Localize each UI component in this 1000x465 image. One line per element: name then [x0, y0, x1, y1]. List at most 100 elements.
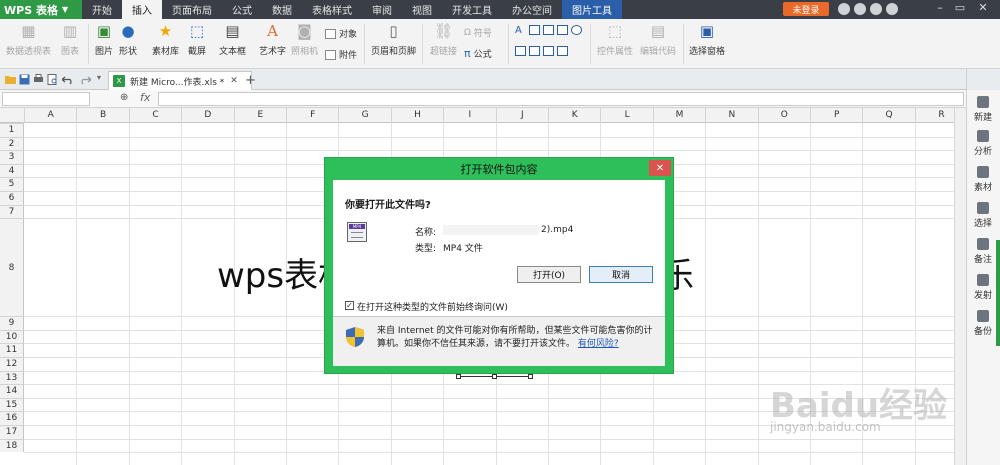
- formula-button[interactable]: π 公式: [464, 47, 492, 60]
- task-pane-analysis[interactable]: 分析: [966, 130, 1000, 157]
- quick-access-dropdown-icon[interactable]: ▾: [97, 73, 101, 82]
- picture-button[interactable]: ▣ 图片: [94, 22, 114, 57]
- login-button[interactable]: 未登录: [783, 2, 829, 16]
- new-tab-icon[interactable]: +: [245, 73, 256, 88]
- row-header[interactable]: 17: [0, 425, 24, 439]
- print-icon[interactable]: [33, 74, 44, 85]
- zoom-icon[interactable]: ⊕: [120, 92, 128, 103]
- always-ask-label[interactable]: 在打开这种类型的文件前始终询问(W): [357, 300, 508, 313]
- shapes-button[interactable]: ● 形状: [118, 22, 138, 57]
- header-footer-button[interactable]: ▯ 页眉和页脚: [371, 22, 416, 57]
- row-header[interactable]: 2: [0, 136, 24, 151]
- tab-formula[interactable]: 公式: [222, 0, 262, 19]
- button-control-icon[interactable]: [543, 25, 554, 35]
- pivot-table-button[interactable]: ▦ 数据透视表: [6, 22, 51, 57]
- task-pane-notes[interactable]: 备注: [966, 238, 1000, 265]
- resize-handle[interactable]: [456, 374, 461, 379]
- column-header[interactable]: F: [286, 108, 338, 123]
- column-header[interactable]: E: [233, 108, 286, 123]
- combobox-control-icon[interactable]: [529, 46, 540, 56]
- row-header[interactable]: 11: [0, 343, 24, 357]
- edit-code-button[interactable]: ▤ 编辑代码: [640, 22, 676, 57]
- tab-view[interactable]: 视图: [402, 0, 442, 19]
- column-header[interactable]: P: [810, 108, 862, 123]
- column-header[interactable]: D: [181, 108, 233, 123]
- row-header[interactable]: 6: [0, 191, 24, 205]
- tab-review[interactable]: 审阅: [362, 0, 402, 19]
- row-header[interactable]: 13: [0, 370, 24, 385]
- redo-icon[interactable]: [80, 74, 91, 85]
- column-header[interactable]: A: [24, 108, 76, 123]
- tab-insert[interactable]: 插入: [122, 0, 162, 19]
- row-header[interactable]: 12: [0, 357, 24, 371]
- column-header[interactable]: I: [443, 108, 495, 123]
- formula-input[interactable]: [158, 92, 964, 106]
- minimize-icon[interactable]: –: [932, 1, 948, 14]
- row-header[interactable]: 7: [0, 204, 24, 219]
- checkbox-control-icon[interactable]: [557, 25, 568, 35]
- column-header[interactable]: K: [548, 108, 600, 123]
- task-pane-backup[interactable]: 备份: [966, 310, 1000, 337]
- vertical-scrollbar[interactable]: [954, 108, 966, 465]
- always-ask-checkbox[interactable]: ✓: [345, 301, 354, 310]
- screenshot-button[interactable]: ⬚ 截屏: [187, 22, 207, 57]
- task-pane-select[interactable]: 选择: [966, 202, 1000, 229]
- listbox-control-icon[interactable]: [515, 46, 526, 56]
- selection-pane-button[interactable]: ▣ 选择窗格: [689, 22, 725, 57]
- tab-page-layout[interactable]: 页面布局: [162, 0, 222, 19]
- hyperlink-button[interactable]: ⛓ 超链接: [430, 22, 457, 57]
- shape-a-button[interactable]: A: [515, 25, 522, 36]
- control-properties-button[interactable]: ⬚ 控件属性: [597, 22, 633, 57]
- material-library-button[interactable]: ★ 素材库: [152, 22, 179, 57]
- select-all-corner[interactable]: [0, 108, 24, 123]
- row-header[interactable]: 3: [0, 150, 24, 164]
- dialog-close-icon[interactable]: ✕: [649, 160, 671, 176]
- restore-icon[interactable]: ▭: [952, 1, 968, 14]
- column-header[interactable]: M: [652, 108, 705, 123]
- attachment-button[interactable]: 附件: [325, 48, 357, 61]
- spinner-control-icon[interactable]: [543, 46, 554, 56]
- name-box-input[interactable]: [2, 92, 90, 106]
- row-header[interactable]: 4: [0, 163, 24, 178]
- row-header[interactable]: 9: [0, 316, 24, 330]
- radio-control-icon[interactable]: [571, 25, 582, 35]
- textbox-button[interactable]: ▤ 文本框: [219, 22, 246, 57]
- save-icon[interactable]: [19, 74, 30, 85]
- column-header[interactable]: R: [914, 108, 954, 123]
- column-header[interactable]: C: [128, 108, 181, 123]
- tab-table-style[interactable]: 表格样式: [302, 0, 362, 19]
- print-preview-icon[interactable]: [47, 74, 58, 85]
- row-header[interactable]: 14: [0, 384, 24, 398]
- row-header[interactable]: 15: [0, 397, 24, 412]
- resize-handle[interactable]: [492, 374, 497, 379]
- chart-button[interactable]: ▥ 图表: [60, 22, 80, 57]
- task-pane-new[interactable]: 新建: [966, 96, 1000, 123]
- menu-caret-icon[interactable]: [886, 3, 898, 15]
- open-folder-icon[interactable]: [5, 74, 16, 85]
- camera-button[interactable]: ◙ 照相机: [291, 22, 318, 57]
- row-header[interactable]: 5: [0, 177, 24, 191]
- app-brand-button[interactable]: WPS 表格 ▼: [0, 0, 82, 19]
- column-header[interactable]: G: [338, 108, 390, 123]
- open-button[interactable]: 打开(O): [517, 266, 581, 283]
- help-icon[interactable]: [854, 3, 866, 15]
- row-header[interactable]: 10: [0, 329, 24, 344]
- skin-icon[interactable]: [838, 3, 850, 15]
- column-header[interactable]: J: [495, 108, 548, 123]
- undo-icon[interactable]: [62, 74, 73, 85]
- resize-handle[interactable]: [528, 374, 533, 379]
- column-header[interactable]: N: [705, 108, 757, 123]
- row-header[interactable]: 1: [0, 123, 24, 137]
- column-header[interactable]: O: [757, 108, 810, 123]
- function-icon[interactable]: fx: [140, 91, 150, 104]
- column-header[interactable]: B: [76, 108, 128, 123]
- risk-info-link[interactable]: 有何风险?: [578, 339, 619, 349]
- object-button[interactable]: 对象: [325, 27, 357, 40]
- close-tab-icon[interactable]: ✕: [230, 76, 238, 86]
- task-pane-material[interactable]: 素材: [966, 166, 1000, 193]
- close-window-icon[interactable]: ✕: [975, 1, 991, 14]
- tab-home[interactable]: 开始: [82, 0, 122, 19]
- row-header[interactable]: 16: [0, 411, 24, 425]
- row-header[interactable]: 18: [0, 438, 24, 453]
- column-header[interactable]: Q: [862, 108, 914, 123]
